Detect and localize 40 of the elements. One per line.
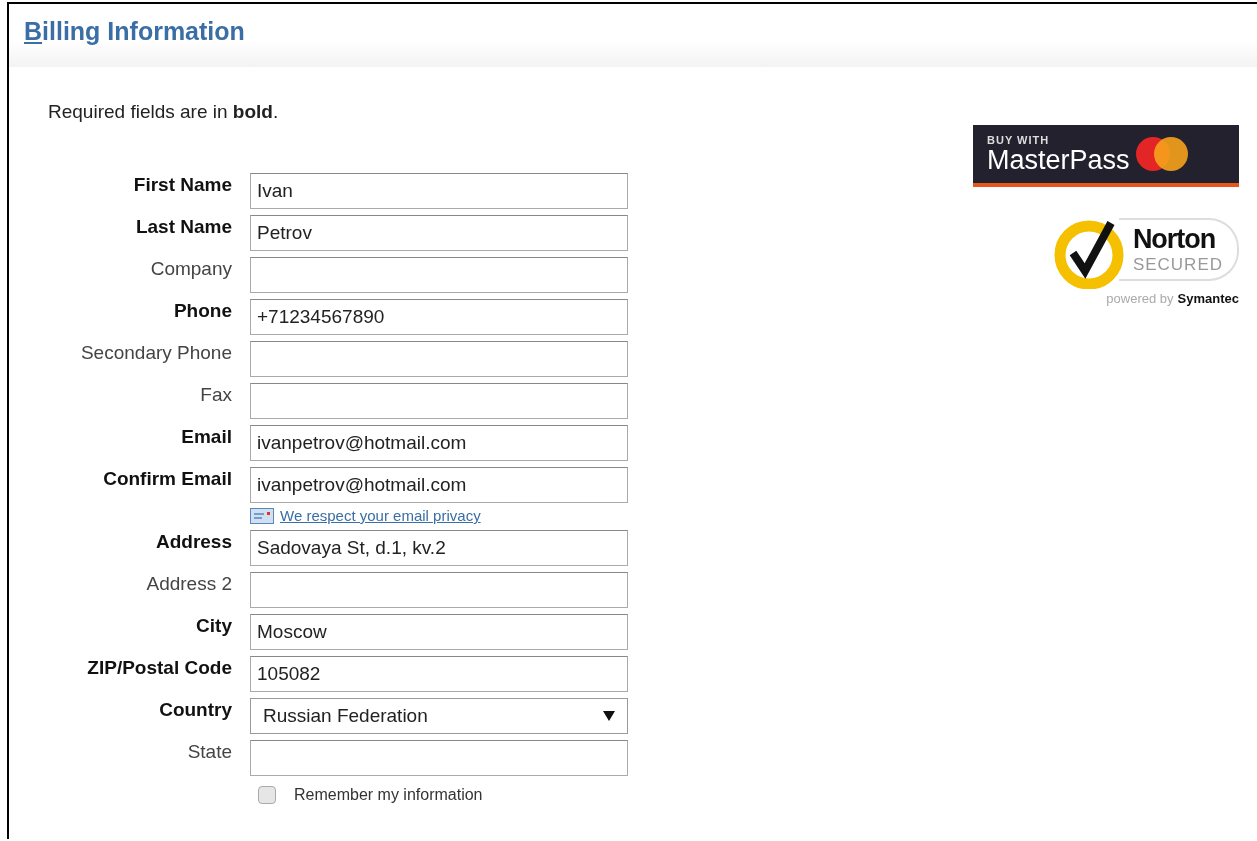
field-label: Confirm Email [103,467,232,490]
input-field[interactable]: 105082 [250,656,628,692]
field-label: ZIP/Postal Code [87,656,232,679]
powered-by-text: powered by [1106,291,1174,306]
overlapping-circles-icon [1133,136,1190,172]
field-label: Last Name [135,215,232,238]
input-field[interactable] [250,341,628,377]
field-label: Address [155,530,232,553]
input-field[interactable]: Moscow [250,614,628,650]
field-label: First Name [133,173,232,196]
input-field[interactable] [250,383,628,419]
field-label: Company [150,257,232,280]
input-field[interactable]: Sadovaya St, d.1, kv.2 [250,530,628,566]
page-title: Billing Information [24,17,245,46]
field-label: Address 2 [146,572,232,595]
field-label: City [196,614,232,637]
remember-checkbox[interactable] [258,786,276,804]
field-label: Secondary Phone [80,341,232,364]
input-field[interactable] [250,572,628,608]
required-fields-note: Required fields are in bold. [48,101,280,123]
field-label: State [187,740,232,763]
dropdown-arrow-icon [603,711,615,721]
input-field[interactable]: ivanpetrov@hotmail.com [250,425,628,461]
field-label: Fax [200,383,232,406]
field-label: Country [159,698,232,721]
input-field[interactable]: Petrov [250,215,628,251]
field-label: Phone [173,299,232,322]
input-field[interactable] [250,257,628,293]
country-dropdown[interactable]: Russian Federation [250,698,628,734]
input-field[interactable]: Ivan [250,173,628,209]
symantec-text: Symantec [1177,291,1239,306]
input-field[interactable] [250,740,628,776]
input-field[interactable]: +71234567890 [250,299,628,335]
masterpass-button[interactable]: BUY WITH MasterPass [973,125,1239,187]
envelope-icon [250,507,274,524]
privacy-link[interactable]: We respect your email privacy [280,507,481,524]
field-label: Email [181,425,232,448]
checkbox-label: Remember my information [294,786,483,804]
norton-badge: Norton SECURED [1118,217,1239,281]
input-field[interactable]: ivanpetrov@hotmail.com [250,467,628,503]
